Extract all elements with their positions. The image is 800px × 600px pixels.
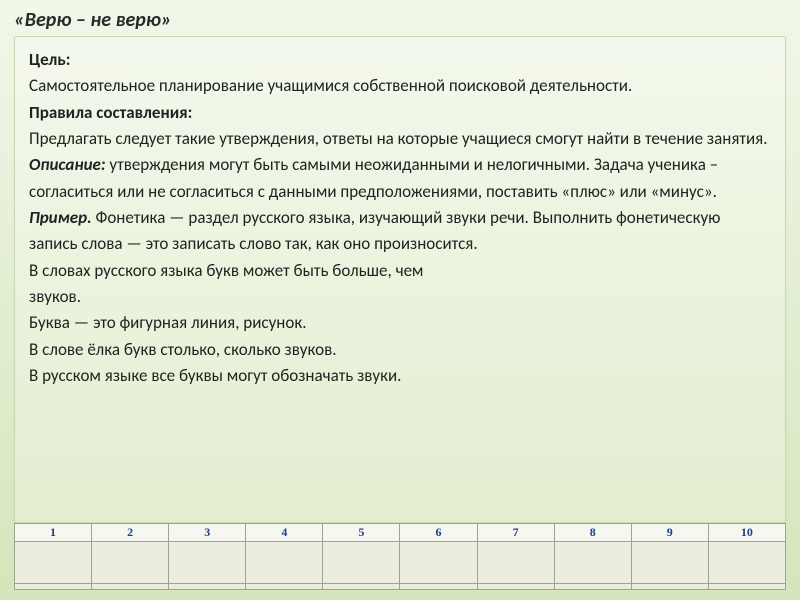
table-row — [15, 584, 786, 590]
table-header-cell: 5 — [323, 524, 400, 542]
table-row — [15, 542, 786, 584]
body-line-4: В слове ёлка букв столько, сколько звуко… — [29, 339, 337, 360]
table-cell — [400, 542, 477, 584]
table-header-cell: 9 — [631, 524, 708, 542]
table-cell — [631, 542, 708, 584]
description-text: утверждения могут быть самыми неожиданны… — [29, 154, 718, 201]
table-cell — [554, 584, 631, 590]
table-cell — [631, 584, 708, 590]
table-header-cell: 8 — [554, 524, 631, 542]
answer-table: 1 2 3 4 5 6 7 8 9 10 — [14, 523, 786, 590]
table: 1 2 3 4 5 6 7 8 9 10 — [14, 523, 786, 590]
rules-label: Правила составления: — [29, 102, 192, 123]
table-cell — [554, 542, 631, 584]
table-header-cell: 2 — [92, 524, 169, 542]
table-cell — [477, 542, 554, 584]
table-cell — [246, 584, 323, 590]
slide: «Верю – не верю» Цель: Самостоятельное п… — [0, 0, 800, 600]
body-line-5: В русском языке все буквы могут обознача… — [29, 365, 401, 386]
table-header-row: 1 2 3 4 5 6 7 8 9 10 — [15, 524, 786, 542]
table-header-cell: 1 — [15, 524, 92, 542]
table-cell — [708, 542, 785, 584]
body-line-2: звуков. — [29, 286, 81, 307]
table-cell — [323, 584, 400, 590]
rules-text-before: Предлагать следует такие утверждения, от… — [29, 128, 768, 149]
table-header-cell: 3 — [169, 524, 246, 542]
description-label: Описание: — [29, 154, 106, 175]
table-cell — [169, 584, 246, 590]
table-cell — [169, 542, 246, 584]
table-cell — [477, 584, 554, 590]
slide-title: «Верю – не верю» — [14, 8, 786, 32]
table-cell — [92, 584, 169, 590]
example-label: Пример. — [29, 207, 92, 228]
goal-label: Цель: — [29, 49, 70, 70]
content-box: Цель: Самостоятельное планирование учащи… — [14, 36, 786, 523]
table-header-cell: 10 — [708, 524, 785, 542]
table-cell — [708, 584, 785, 590]
table-cell — [92, 542, 169, 584]
table-cell — [400, 584, 477, 590]
goal-text: Самостоятельное планирование учащимися с… — [29, 75, 632, 96]
example-text: Фонетика — раздел русского языка, изучаю… — [29, 207, 720, 254]
table-cell — [15, 584, 92, 590]
table-header-cell: 4 — [246, 524, 323, 542]
body-line-3: Буква — это фигурная линия, рисунок. — [29, 312, 307, 333]
table-header-cell: 7 — [477, 524, 554, 542]
table-cell — [246, 542, 323, 584]
body-line-1: В словах русского языка букв может быть … — [29, 260, 423, 281]
table-cell — [15, 542, 92, 584]
table-header-cell: 6 — [400, 524, 477, 542]
table-cell — [323, 542, 400, 584]
